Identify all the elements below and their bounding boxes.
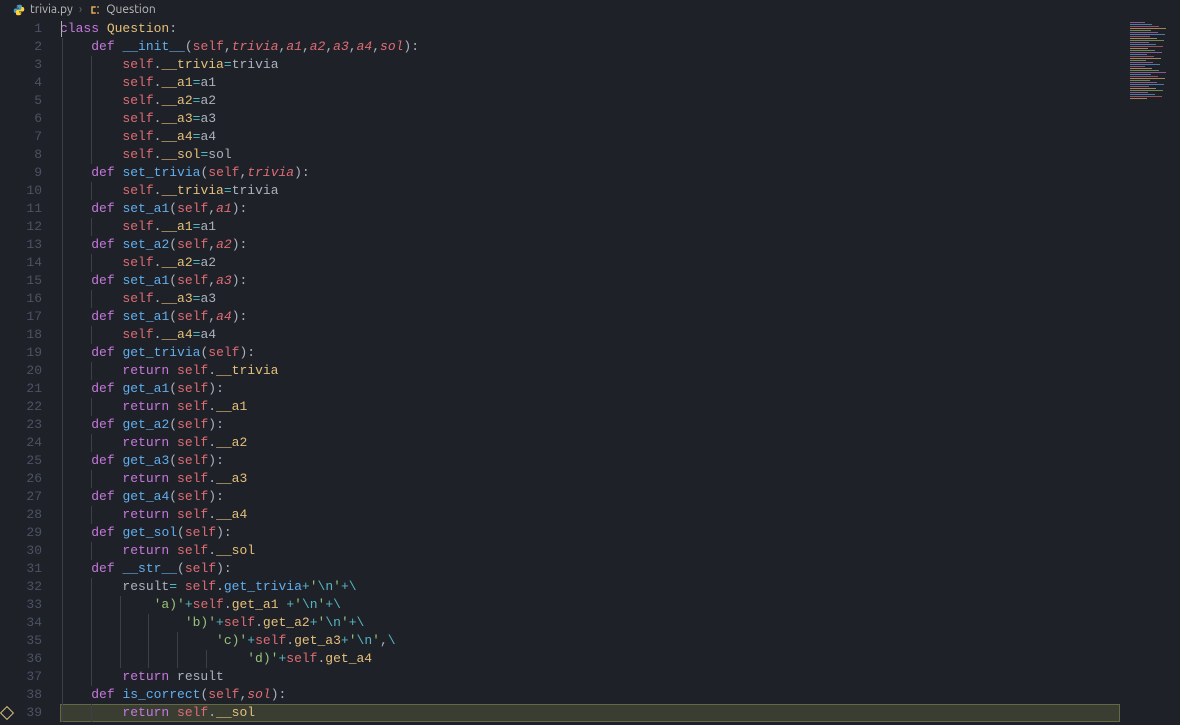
line-number: 16	[0, 290, 42, 308]
line-number: 27	[0, 488, 42, 506]
code-line[interactable]: def get_a4(self):	[60, 488, 1120, 506]
line-number: 24	[0, 434, 42, 452]
code-line[interactable]: return self.__sol	[60, 704, 1120, 722]
line-number: 11	[0, 200, 42, 218]
code-line[interactable]: return result	[60, 668, 1120, 686]
line-number: 14	[0, 254, 42, 272]
code-line[interactable]: self.__a2=a2	[60, 254, 1120, 272]
code-line[interactable]: 'c)'+self.get_a3+'\n',\	[60, 632, 1120, 650]
line-number: 36	[0, 650, 42, 668]
line-number: 38	[0, 686, 42, 704]
line-number-gutter: 1234567891011121314151617181920212223242…	[0, 20, 60, 725]
code-line[interactable]: self.__a3=a3	[60, 110, 1120, 128]
line-number: 21	[0, 380, 42, 398]
code-line[interactable]: def set_a1(self,a4):	[60, 308, 1120, 326]
code-line[interactable]: def get_sol(self):	[60, 524, 1120, 542]
code-line[interactable]: def set_a2(self,a2):	[60, 236, 1120, 254]
line-number: 18	[0, 326, 42, 344]
code-line[interactable]: self.__a1=a1	[60, 74, 1120, 92]
line-number: 10	[0, 182, 42, 200]
code-line[interactable]: class Question:	[60, 20, 1120, 38]
code-line[interactable]: def get_a3(self):	[60, 452, 1120, 470]
line-number: 37	[0, 668, 42, 686]
class-symbol-icon	[88, 3, 102, 17]
line-number: 25	[0, 452, 42, 470]
code-line[interactable]: def set_a1(self,a3):	[60, 272, 1120, 290]
code-line[interactable]: return self.__sol	[60, 542, 1120, 560]
python-file-icon	[12, 3, 26, 17]
code-line[interactable]: self.__trivia=trivia	[60, 56, 1120, 74]
line-number: 23	[0, 416, 42, 434]
code-editor[interactable]: 1234567891011121314151617181920212223242…	[0, 20, 1180, 725]
code-line[interactable]: def __init__(self,trivia,a1,a2,a3,a4,sol…	[60, 38, 1120, 56]
line-number: 13	[0, 236, 42, 254]
line-number: 17	[0, 308, 42, 326]
line-number: 15	[0, 272, 42, 290]
line-number: 4	[0, 74, 42, 92]
line-number: 9	[0, 164, 42, 182]
line-number: 26	[0, 470, 42, 488]
line-number: 7	[0, 128, 42, 146]
code-line[interactable]: return self.__a3	[60, 470, 1120, 488]
breadcrumb-symbol[interactable]: Question	[106, 1, 156, 19]
code-line[interactable]: def __str__(self):	[60, 560, 1120, 578]
code-line[interactable]: result= self.get_trivia+'\n'+\	[60, 578, 1120, 596]
line-number: 12	[0, 218, 42, 236]
code-line[interactable]: self.__a2=a2	[60, 92, 1120, 110]
code-line[interactable]: return self.__trivia	[60, 362, 1120, 380]
line-number: 5	[0, 92, 42, 110]
line-number: 2	[0, 38, 42, 56]
line-number: 34	[0, 614, 42, 632]
code-line[interactable]: self.__sol=sol	[60, 146, 1120, 164]
code-line[interactable]: 'b)'+self.get_a2+'\n'+\	[60, 614, 1120, 632]
line-number: 33	[0, 596, 42, 614]
chevron-right-icon: ›	[79, 1, 82, 19]
code-line[interactable]: def set_trivia(self,trivia):	[60, 164, 1120, 182]
code-line[interactable]: self.__trivia=trivia	[60, 182, 1120, 200]
code-line[interactable]: def get_a1(self):	[60, 380, 1120, 398]
line-number: 28	[0, 506, 42, 524]
line-number: 3	[0, 56, 42, 74]
code-line[interactable]: return self.__a1	[60, 398, 1120, 416]
line-number: 30	[0, 542, 42, 560]
line-number: 6	[0, 110, 42, 128]
line-number: 29	[0, 524, 42, 542]
code-content[interactable]: class Question: def __init__(self,trivia…	[60, 20, 1120, 722]
line-number: 1	[0, 20, 42, 38]
code-line[interactable]: def is_correct(self,sol):	[60, 686, 1120, 704]
code-line[interactable]: return self.__a4	[60, 506, 1120, 524]
line-number: 32	[0, 578, 42, 596]
code-line[interactable]: 'a)'+self.get_a1 +'\n'+\	[60, 596, 1120, 614]
code-line[interactable]: self.__a4=a4	[60, 326, 1120, 344]
code-line[interactable]: self.__a4=a4	[60, 128, 1120, 146]
code-line[interactable]: def get_trivia(self):	[60, 344, 1120, 362]
code-line[interactable]: return self.__a2	[60, 434, 1120, 452]
minimap[interactable]	[1130, 22, 1172, 102]
code-line[interactable]: def set_a1(self,a1):	[60, 200, 1120, 218]
breadcrumb[interactable]: trivia.py › Question	[0, 0, 1180, 20]
line-number: 22	[0, 398, 42, 416]
code-line[interactable]: self.__a1=a1	[60, 218, 1120, 236]
code-line[interactable]: def get_a2(self):	[60, 416, 1120, 434]
line-number: 35	[0, 632, 42, 650]
line-number: 20	[0, 362, 42, 380]
line-number: 31	[0, 560, 42, 578]
code-line[interactable]: self.__a3=a3	[60, 290, 1120, 308]
text-cursor	[61, 21, 62, 37]
code-line[interactable]: 'd)'+self.get_a4	[60, 650, 1120, 668]
line-number: 19	[0, 344, 42, 362]
breadcrumb-file[interactable]: trivia.py	[30, 1, 73, 19]
line-number: 8	[0, 146, 42, 164]
